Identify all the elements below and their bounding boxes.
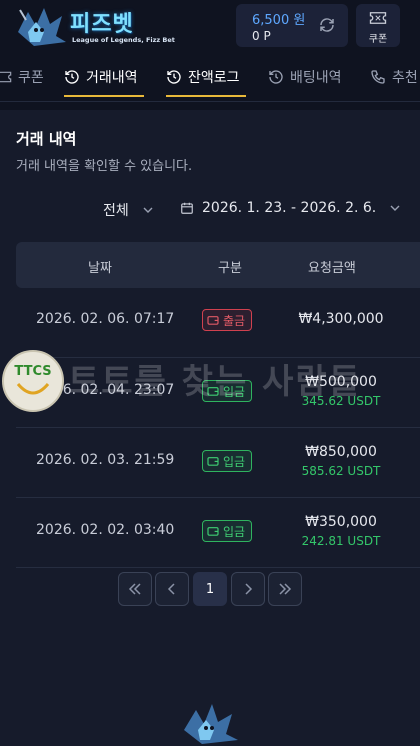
double-chevron-left-icon [128,583,141,595]
watermark-badge: TTCS [2,350,64,412]
date-range-picker[interactable]: 2026. 1. 23. - 2026. 2. 6. [180,200,400,216]
badge-label: 입금 [223,454,246,469]
row-amount: ₩850,000 [305,444,377,460]
coupon-label: 쿠폰 [368,34,388,45]
watermark-badge-text: TTCS [14,364,52,379]
history-icon [269,70,283,84]
tab-label: 추천 [392,70,418,86]
column-header-type: 구분 [218,261,242,276]
prev-page-button[interactable] [155,572,189,606]
type-filter-value: 전체 [103,203,129,219]
date-range-value: 2026. 1. 23. - 2026. 2. 6. [202,200,377,216]
balance-amount: 6,500 원 [252,13,306,28]
section-title: 거래 내역 [16,130,77,148]
history-icon [167,70,181,84]
tab-coupon[interactable]: 쿠폰 [0,62,44,92]
tab-label: 잔액로그 [188,70,240,86]
double-chevron-right-icon [279,583,292,595]
table-row[interactable]: 2026. 02. 03. 21:59 입금 ₩850,000 585.62 U… [16,428,420,498]
chevron-down-icon [390,205,400,211]
chevron-down-icon [143,207,153,213]
wallet-icon [207,316,219,325]
deposit-badge: 입금 [202,520,253,542]
row-usdt-amount: 242.81 USDT [301,534,381,548]
tab-transactions[interactable]: 거래내역 [64,62,138,92]
ticket-icon [369,12,387,24]
transaction-panel: 거래 내역 거래 내역을 확인할 수 있습니다. 전체 2026. 1. 23.… [0,110,420,746]
last-page-button[interactable] [268,572,302,606]
deposit-badge: 입금 [202,450,253,472]
type-filter-select[interactable]: 전체 [103,200,153,220]
tab-betting-history[interactable]: 배팅내역 [268,62,342,92]
row-date: 2026. 02. 03. 21:59 [36,452,175,468]
pagination: 1 [118,572,302,606]
balance-box[interactable]: 6,500 원 0 P [236,4,348,47]
row-date: 2026. 02. 06. 07:17 [36,311,175,327]
footer-mascot-logo-icon [184,704,238,744]
logo-title: 피즈벳 [70,12,134,37]
table-header: 날짜 구분 요청금액 [16,242,420,288]
active-tab-underline [166,95,246,97]
table-row[interactable]: 2026. 02. 02. 03:40 입금 ₩350,000 242.81 U… [16,498,420,568]
badge-label: 출금 [223,313,246,328]
balance-points: 0 P [252,29,271,43]
tab-label: 거래내역 [86,70,138,86]
chevron-left-icon [167,583,175,595]
row-date: 2026. 02. 02. 03:40 [36,522,175,538]
tab-label: 배팅내역 [290,70,342,86]
refresh-icon[interactable] [318,16,336,34]
wallet-icon [207,527,219,536]
active-tab-underline [64,95,144,97]
tab-label: 쿠폰 [18,70,44,86]
watermark-smile-icon [16,383,50,395]
page-1-button[interactable]: 1 [193,572,227,606]
coupon-icon [0,71,12,83]
table-row[interactable]: 2026. 02. 06. 07:17 출금 ₩4,300,000 [16,288,420,358]
tab-balance-log[interactable]: 잔액로그 [166,62,240,92]
column-header-amount: 요청금액 [308,261,356,276]
row-usdt-amount: 585.62 USDT [301,464,381,478]
tab-referral[interactable]: 추천 [370,62,418,92]
chevron-right-icon [245,583,253,595]
history-icon [65,70,79,84]
mascot-logo-icon [18,8,66,46]
row-amount: ₩350,000 [305,514,377,530]
withdrawal-badge: 출금 [202,309,253,331]
phone-icon [371,70,385,84]
badge-label: 입금 [223,524,246,539]
watermark-text: 토토를 찾는 사람들 [68,362,362,402]
wallet-icon [207,457,219,466]
section-subtitle: 거래 내역을 확인할 수 있습니다. [16,159,193,174]
calendar-icon [181,202,193,214]
logo-subtitle: League of Legends, Fizz Bet [72,36,175,44]
top-header: 피즈벳 League of Legends, Fizz Bet 6,500 원 … [0,0,420,52]
row-amount: ₩4,300,000 [298,311,384,327]
coupon-button[interactable]: 쿠폰 [356,4,400,47]
first-page-button[interactable] [118,572,152,606]
column-header-date: 날짜 [88,261,112,276]
site-logo[interactable]: 피즈벳 League of Legends, Fizz Bet [14,2,175,50]
next-page-button[interactable] [231,572,265,606]
